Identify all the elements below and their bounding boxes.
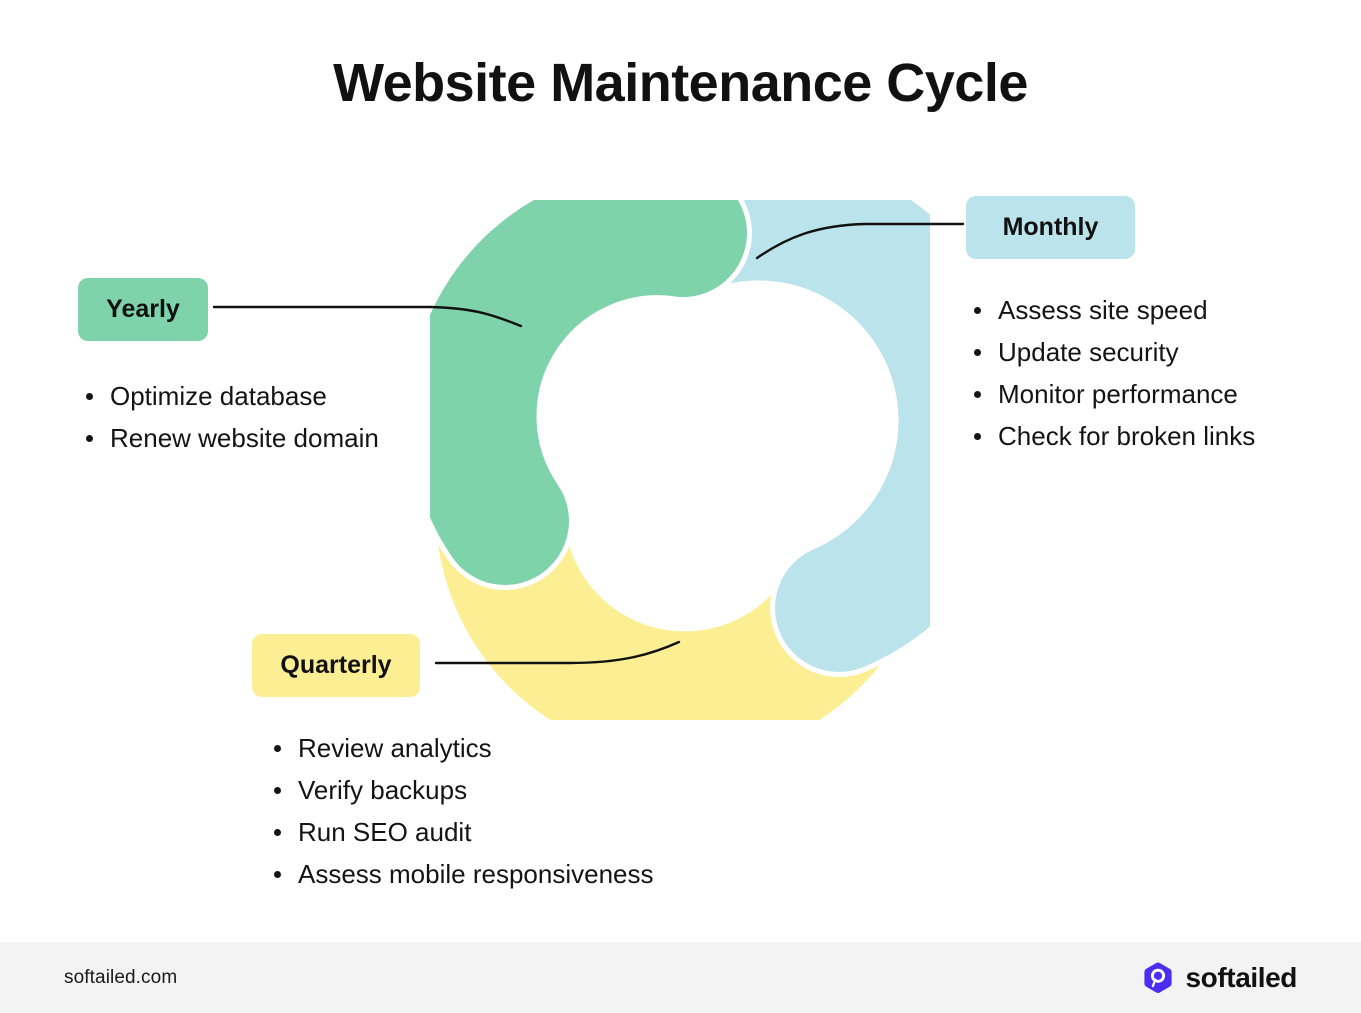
list-item-label: Assess site speed — [998, 295, 1208, 325]
list-item-label: Renew website domain — [110, 423, 379, 453]
list-item-label: Monitor performance — [998, 379, 1238, 409]
bullet-icon — [274, 871, 281, 878]
softailed-hexagon-logo-icon — [1144, 962, 1173, 993]
bullet-icon — [274, 829, 281, 836]
brand-name-label: softailed — [1185, 961, 1297, 993]
page-title: Website Maintenance Cycle — [333, 53, 1028, 113]
badge-monthly[interactable]: Monthly — [966, 196, 1135, 259]
bullet-icon — [86, 435, 93, 442]
list-item-label: Run SEO audit — [298, 817, 472, 847]
section-yearly: Yearly Optimize database Renew website d… — [78, 278, 379, 451]
list-item: Verify backups — [270, 777, 654, 803]
badge-quarterly[interactable]: Quarterly — [252, 634, 420, 697]
donut-segment-yearly — [430, 200, 747, 585]
bullet-icon — [974, 433, 981, 440]
list-item: Assess mobile responsiveness — [270, 861, 654, 887]
infographic-canvas: Website Maintenance Cycle Yearly Optimiz… — [0, 0, 1361, 1013]
list-item: Renew website domain — [82, 425, 379, 451]
bullet-icon — [974, 307, 981, 314]
section-quarterly: Quarterly Review analytics Verify backup… — [252, 634, 654, 887]
bullet-icon — [274, 787, 281, 794]
list-item: Monitor performance — [970, 381, 1255, 407]
bullet-icon — [86, 393, 93, 400]
list-item: Optimize database — [82, 383, 379, 409]
list-item-label: Assess mobile responsiveness — [298, 859, 654, 889]
list-item: Review analytics — [270, 735, 654, 761]
list-item-label: Update security — [998, 337, 1179, 367]
footer-bar: softailed.com softailed — [0, 942, 1361, 1013]
list-item-label: Review analytics — [298, 733, 492, 763]
list-item-label: Verify backups — [298, 775, 468, 805]
list-item: Assess site speed — [970, 297, 1255, 323]
list-item-label: Optimize database — [110, 381, 327, 411]
list-item: Check for broken links — [970, 423, 1255, 449]
list-item-label: Check for broken links — [998, 421, 1256, 451]
list-yearly: Optimize database Renew website domain — [82, 383, 379, 451]
footer-brand[interactable]: softailed — [1141, 961, 1297, 995]
list-item: Run SEO audit — [270, 819, 654, 845]
list-monthly: Assess site speed Update security Monito… — [970, 297, 1255, 449]
bullet-icon — [974, 391, 981, 398]
list-item: Update security — [970, 339, 1255, 365]
bullet-icon — [274, 745, 281, 752]
bullet-icon — [974, 349, 981, 356]
footer-website-url[interactable]: softailed.com — [64, 967, 177, 989]
section-monthly: Monthly Assess site speed Update securit… — [966, 196, 1255, 449]
badge-yearly[interactable]: Yearly — [78, 278, 208, 341]
list-quarterly: Review analytics Verify backups Run SEO … — [270, 735, 654, 887]
